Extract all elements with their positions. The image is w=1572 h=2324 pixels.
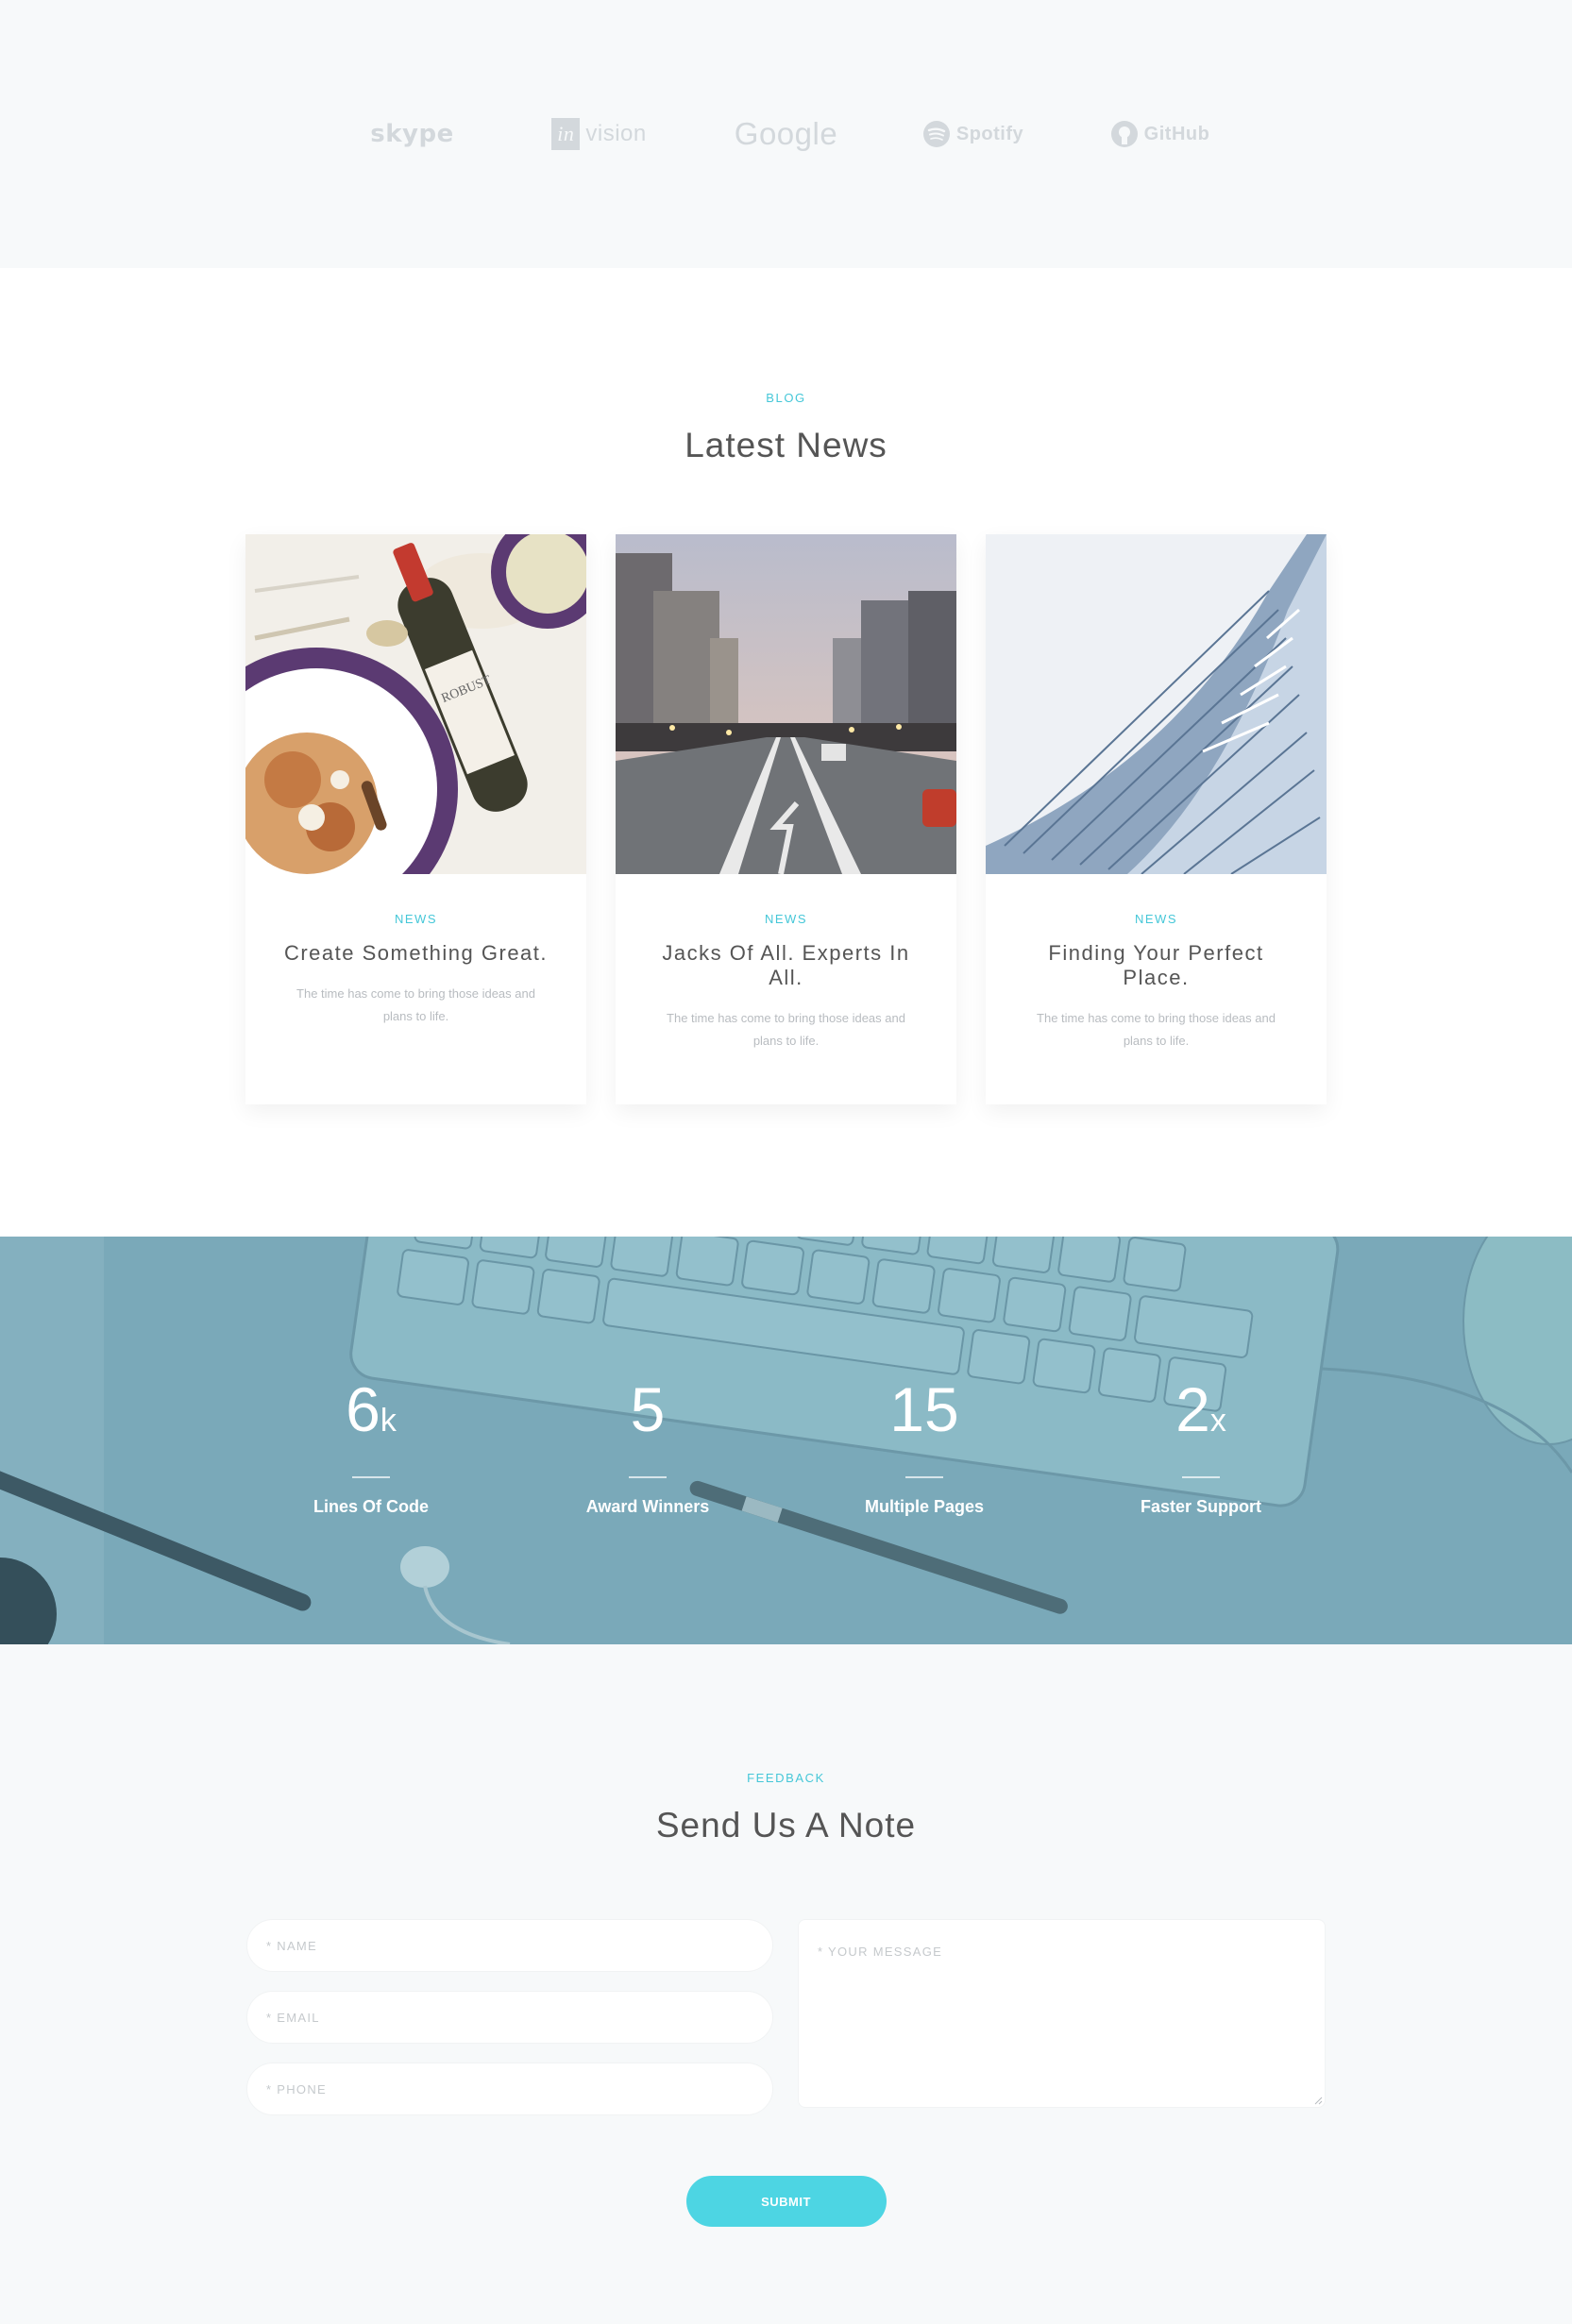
contact-form: * NAME * EMAIL * PHONE * YOUR MESSAGE <box>246 1919 1326 2134</box>
card-category[interactable]: NEWS <box>616 912 956 926</box>
message-field[interactable]: * YOUR MESSAGE <box>798 1919 1326 2108</box>
stat-label: Faster Support <box>1140 1497 1261 1516</box>
card-title[interactable]: Create Something Great. <box>279 941 553 966</box>
card-excerpt: The time has come to bring those ideas a… <box>1037 1011 1276 1048</box>
invision-logo: in vision <box>506 118 693 150</box>
stat-divider <box>1182 1476 1220 1478</box>
github-logo: GitHub <box>1067 120 1254 148</box>
stat-value: 5 <box>630 1374 666 1444</box>
stat-divider <box>629 1476 667 1478</box>
news-card[interactable]: NEWS Jacks Of All. Experts In All. The t… <box>616 534 956 1104</box>
feedback-section: FEEDBACK Send Us A Note * NAME * EMAIL *… <box>0 1644 1572 2324</box>
phone-field[interactable]: * PHONE <box>246 2063 773 2115</box>
message-placeholder: * YOUR MESSAGE <box>818 1945 943 1959</box>
food-photo: ROBUST <box>245 534 586 874</box>
email-placeholder: * EMAIL <box>266 2010 320 2025</box>
card-title[interactable]: Finding Your Perfect Place. <box>1019 941 1293 990</box>
card-title[interactable]: Jacks Of All. Experts In All. <box>649 941 923 990</box>
card-category[interactable]: NEWS <box>986 912 1327 926</box>
stats-section: 6k Lines Of Code 5 Award Winners 15 Mult… <box>0 1237 1572 1644</box>
stat-item: 5 Award Winners <box>510 1378 786 1517</box>
news-card[interactable]: ROBUST NEWS Create Something Great. The … <box>245 534 586 1104</box>
stat-item: 15 Multiple Pages <box>786 1378 1063 1517</box>
blog-title: Latest News <box>685 426 887 464</box>
stats-row: 6k Lines Of Code 5 Award Winners 15 Mult… <box>0 1378 1572 1517</box>
resize-handle-icon[interactable] <box>1313 2096 1323 2105</box>
feedback-eyebrow: FEEDBACK <box>747 1771 825 1785</box>
news-card[interactable]: NEWS Finding Your Perfect Place. The tim… <box>986 534 1327 1104</box>
skype-logo: skype <box>370 120 454 148</box>
spotify-logo: Spotify <box>880 120 1067 148</box>
blog-eyebrow: BLOG <box>766 391 806 405</box>
blog-section: BLOG Latest News ROBUST NEWS Create Some… <box>0 268 1572 1237</box>
stat-value: 2x <box>1175 1374 1226 1444</box>
stat-divider <box>352 1476 390 1478</box>
card-category[interactable]: NEWS <box>245 912 586 926</box>
phone-placeholder: * PHONE <box>266 2081 328 2097</box>
card-excerpt: The time has come to bring those ideas a… <box>296 986 535 1023</box>
stat-divider <box>905 1476 943 1478</box>
email-field[interactable]: * EMAIL <box>246 1991 773 2044</box>
card-body: NEWS Finding Your Perfect Place. The tim… <box>986 874 1327 1053</box>
stat-value: 6k <box>346 1374 397 1444</box>
stat-label: Multiple Pages <box>864 1497 985 1516</box>
partner-logos-strip: skype in vision Google Spotify GitHub <box>0 0 1572 268</box>
stat-label: Lines Of Code <box>313 1497 429 1516</box>
name-placeholder: * NAME <box>266 1938 318 1953</box>
card-body: NEWS Create Something Great. The time ha… <box>245 874 586 1028</box>
building-photo <box>986 534 1327 874</box>
stat-label: Award Winners <box>585 1497 710 1516</box>
stat-item: 2x Faster Support <box>1063 1378 1340 1517</box>
submit-button[interactable]: SUBMIT <box>685 2176 887 2227</box>
city-street-photo <box>616 534 956 874</box>
github-icon <box>1110 121 1138 147</box>
name-field[interactable]: * NAME <box>246 1919 773 1972</box>
google-logo: Google <box>734 116 838 151</box>
feedback-title: Send Us A Note <box>655 1806 917 1844</box>
stat-value: 15 <box>889 1374 959 1444</box>
card-excerpt: The time has come to bring those ideas a… <box>667 1011 905 1048</box>
partner-logos-row: skype in vision Google Spotify GitHub <box>319 116 1254 152</box>
stat-item: 6k Lines Of Code <box>233 1378 510 1517</box>
news-cards: ROBUST NEWS Create Something Great. The … <box>0 534 1572 1104</box>
spotify-icon <box>922 121 950 147</box>
card-body: NEWS Jacks Of All. Experts In All. The t… <box>616 874 956 1053</box>
form-left-column: * NAME * EMAIL * PHONE <box>246 1919 773 2134</box>
